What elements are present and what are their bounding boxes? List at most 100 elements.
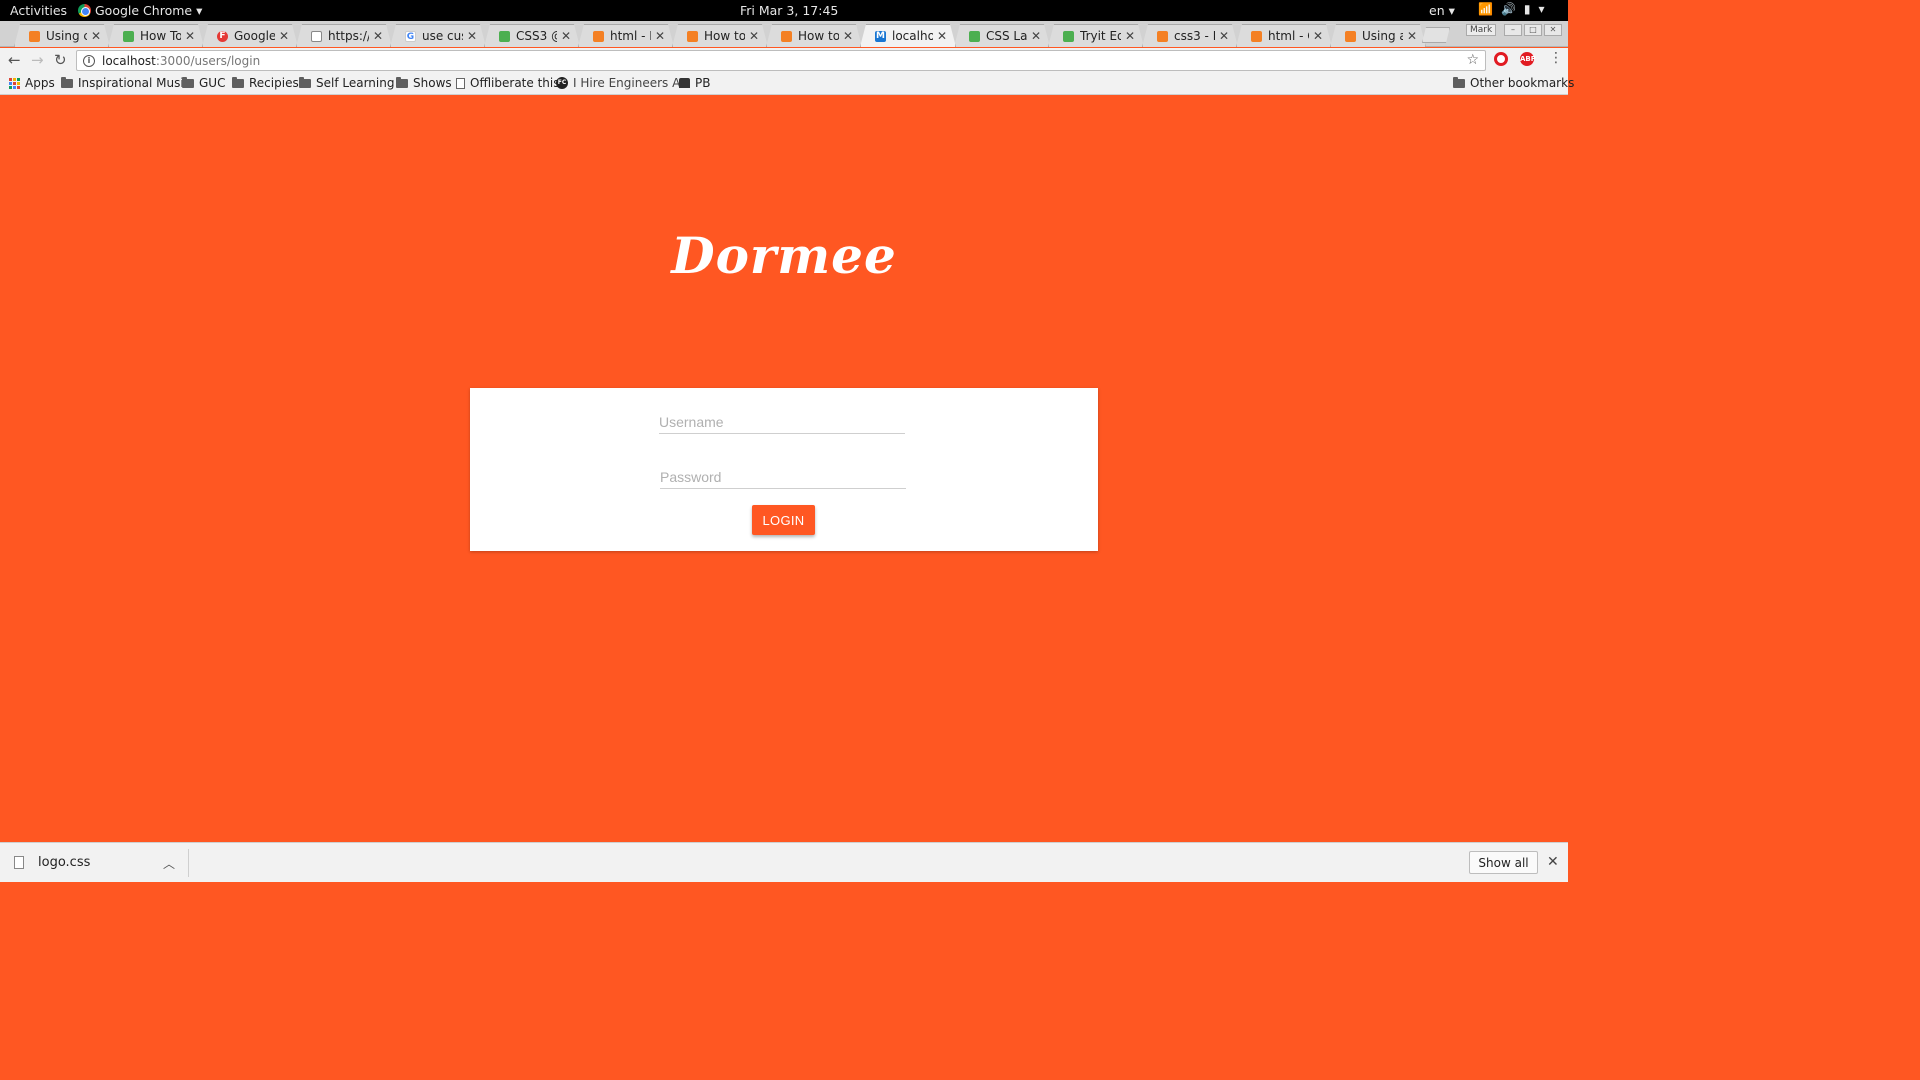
volume-icon: 🔊	[1500, 2, 1516, 16]
maximize-button[interactable]: □	[1524, 24, 1542, 36]
opera-extension-icon[interactable]	[1494, 52, 1508, 66]
chevron-down-icon: ▾	[196, 3, 203, 18]
wifi-icon: 📶	[1478, 2, 1493, 16]
stackoverflow-icon	[1345, 31, 1356, 42]
app-menu[interactable]: Google Chrome ▾	[78, 3, 202, 18]
tab-title: css3 - Pu	[1174, 29, 1209, 43]
reload-button[interactable]: ↻	[54, 52, 67, 68]
close-icon[interactable]: ✕	[373, 29, 383, 43]
bookmark-label: Inspirational Music	[78, 76, 191, 90]
close-icon[interactable]: ✕	[185, 29, 195, 43]
bookmarks-bar: Apps Inspirational Music GUC Recipies Se…	[0, 73, 1574, 95]
show-all-button[interactable]: Show all	[1469, 851, 1538, 874]
tab[interactable]: html - Di ✕	[578, 24, 674, 47]
dormee-logo: Dormee	[671, 226, 897, 285]
bus-icon	[679, 78, 690, 88]
bookmark-apps[interactable]: Apps	[9, 76, 55, 90]
tab[interactable]: Tryit Edit ✕	[1048, 24, 1144, 47]
close-icon[interactable]: ✕	[749, 29, 759, 43]
new-tab-button[interactable]	[1422, 27, 1450, 43]
close-icon[interactable]: ✕	[1219, 29, 1229, 43]
chrome-menu-icon[interactable]: ⋮	[1549, 51, 1563, 65]
folder-icon	[232, 76, 244, 88]
adblock-plus-icon[interactable]: ABP	[1520, 52, 1536, 66]
bookmark-offliberate[interactable]: Offliberate this	[456, 76, 559, 90]
tab[interactable]: html - Co ✕	[1236, 24, 1332, 47]
password-input[interactable]	[660, 465, 906, 489]
bookmark-folder[interactable]: GUC	[182, 76, 225, 90]
language-indicator[interactable]: en ▾	[1429, 3, 1455, 18]
bookmark-star-icon[interactable]: ☆	[1466, 52, 1479, 68]
url-host: localhost	[102, 53, 156, 68]
tab[interactable]: F Google F ✕	[202, 24, 298, 47]
username-input[interactable]	[659, 410, 905, 434]
page-icon	[456, 77, 465, 89]
minimize-button[interactable]: –	[1504, 24, 1522, 36]
download-filename: logo.css	[38, 855, 91, 870]
close-window-button[interactable]: ✕	[1544, 24, 1562, 36]
bookmark-folder[interactable]: Inspirational Music	[61, 76, 190, 90]
tab-title: How to I	[798, 29, 839, 43]
address-bar[interactable]: i localhost:3000/users/login ☆	[76, 50, 1486, 71]
folder-icon	[396, 76, 408, 88]
close-icon[interactable]: ✕	[467, 29, 477, 43]
stackoverflow-icon	[1251, 31, 1262, 42]
tab-title: Using a c	[1362, 29, 1396, 43]
battery-icon: ▮	[1523, 2, 1531, 16]
bookmark-folder[interactable]: Shows	[396, 76, 452, 90]
forward-button[interactable]: →	[31, 52, 44, 68]
stackoverflow-icon	[687, 31, 698, 42]
close-icon[interactable]: ✕	[1313, 29, 1323, 43]
folder-icon	[299, 76, 311, 88]
bookmark-folder[interactable]: Recipies	[232, 76, 299, 90]
login-button[interactable]: LOGIN	[752, 505, 815, 535]
download-item[interactable]: logo.css	[14, 855, 90, 870]
tab-title: https://fo	[328, 29, 367, 43]
activities-button[interactable]: Activities	[10, 3, 67, 18]
close-icon[interactable]: ✕	[843, 29, 853, 43]
tab[interactable]: CSS3 @f ✕	[484, 24, 580, 47]
close-icon[interactable]: ✕	[655, 29, 665, 43]
tab[interactable]: https://fo ✕	[296, 24, 392, 47]
tab[interactable]: CSS Layo ✕	[954, 24, 1050, 47]
close-icon[interactable]: ✕	[1547, 854, 1559, 870]
bookmark-hire-engineers[interactable]: FC I Hire Engineers At	[556, 76, 685, 90]
stackoverflow-icon	[1157, 31, 1168, 42]
file-icon	[14, 856, 24, 869]
tab[interactable]: css3 - Pu ✕	[1142, 24, 1238, 47]
tab[interactable]: Guse custo ✕	[390, 24, 486, 47]
close-icon[interactable]: ✕	[1125, 29, 1135, 43]
close-icon[interactable]: ✕	[937, 29, 947, 43]
back-button[interactable]: ←	[8, 52, 21, 68]
google-icon: G	[406, 31, 415, 42]
tab-title: Google F	[234, 29, 275, 43]
tab[interactable]: Using a c ✕	[1330, 24, 1426, 47]
close-icon[interactable]: ✕	[279, 29, 289, 43]
close-icon[interactable]: ✕	[1407, 29, 1417, 43]
stackoverflow-icon	[593, 31, 604, 42]
stackoverflow-icon	[781, 31, 792, 42]
close-icon[interactable]: ✕	[91, 29, 101, 43]
bookmark-pb[interactable]: PB	[679, 76, 710, 90]
bookmark-folder[interactable]: Self Learning	[299, 76, 394, 90]
close-icon[interactable]: ✕	[561, 29, 571, 43]
bookmark-label: PB	[695, 76, 711, 90]
tab[interactable]: How to I ✕	[672, 24, 768, 47]
profile-button[interactable]: Mark	[1466, 24, 1497, 36]
system-status-area[interactable]: 📶 🔊 ▮ ▾	[1478, 2, 1545, 16]
tab[interactable]: How to I ✕	[766, 24, 862, 47]
close-icon[interactable]: ✕	[1031, 29, 1041, 43]
tab[interactable]: Using cu ✕	[14, 24, 110, 47]
tab-title: How to I	[704, 29, 745, 43]
browser-toolbar: ← → ↻ i localhost:3000/users/login ☆	[0, 48, 1568, 73]
info-icon[interactable]: i	[83, 54, 95, 67]
tab[interactable]: How To ✕	[108, 24, 204, 47]
chevron-up-icon[interactable]: ︿	[163, 855, 175, 872]
page-icon	[311, 31, 322, 42]
clock[interactable]: Fri Mar 3, 17:45	[740, 3, 838, 18]
bookmark-label: Self Learning	[316, 76, 395, 90]
tab-active[interactable]: Mlocalhost ✕	[860, 24, 956, 47]
bookmark-label: GUC	[199, 76, 226, 90]
w3schools-icon	[123, 31, 134, 42]
bookmark-other[interactable]: Other bookmarks	[1453, 76, 1574, 90]
